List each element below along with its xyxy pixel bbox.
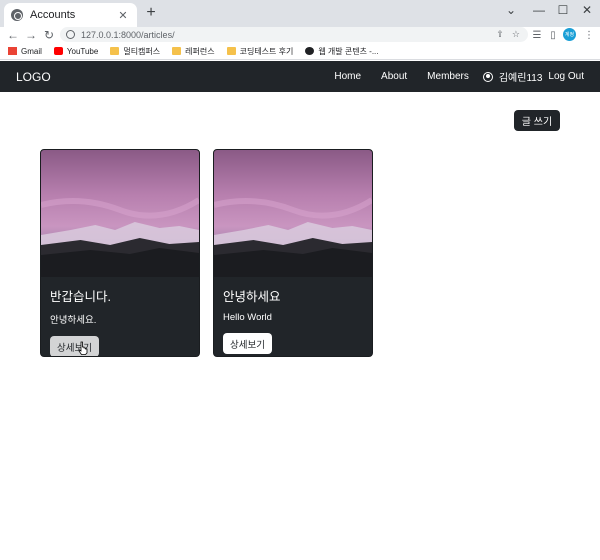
back-icon[interactable]: ← <box>6 27 20 43</box>
card-image <box>41 150 199 277</box>
bookmarks-bar: Gmail YouTube 멀티캠퍼스 레퍼런스 코딩테스트 후기 웹 개발 콘… <box>0 43 600 60</box>
logout-link[interactable]: Log Out <box>548 71 584 82</box>
write-article-button[interactable]: 글 쓰기 <box>514 110 560 131</box>
user-circle-icon <box>482 71 493 82</box>
menu-icon[interactable]: ⋮ <box>582 27 596 43</box>
site-navbar: LOGO Home About Members 김예린113 Log Out <box>0 61 600 92</box>
tab-title: Accounts <box>30 9 76 21</box>
nav-members-link[interactable]: Members <box>427 71 469 82</box>
tab-strip: Accounts ✕ + ⌄ — ☐ ✕ <box>0 0 600 27</box>
hand-pointer-icon <box>78 341 88 355</box>
nav-links: Home About Members 김예린113 Log Out <box>314 61 584 92</box>
folder-icon <box>226 47 236 55</box>
tab-search-icon[interactable]: ⌄ <box>496 0 526 20</box>
card-title: 반갑습니다. <box>50 290 111 304</box>
detail-button[interactable]: 상세보기 <box>223 333 272 354</box>
bookmark-folder-multicampus[interactable]: 멀티캠퍼스 <box>110 46 160 57</box>
globe-icon <box>11 9 23 21</box>
article-card: 반갑습니다. 안녕하세요. 상세보기 <box>40 149 200 357</box>
new-tab-button[interactable]: + <box>142 4 160 22</box>
reload-icon[interactable]: ↻ <box>42 27 56 43</box>
card-image <box>214 150 372 277</box>
bookmark-youtube[interactable]: YouTube <box>53 47 98 56</box>
youtube-icon <box>53 47 63 55</box>
share-icon[interactable]: ⇪ <box>496 29 504 40</box>
browser-tab[interactable]: Accounts ✕ <box>4 3 137 27</box>
card-title: 안녕하세요 <box>223 290 281 304</box>
card-text: Hello World <box>223 312 272 323</box>
folder-icon <box>172 47 182 55</box>
site-info-icon[interactable] <box>66 30 75 39</box>
browser-toolbar: ← → ↻ 127.0.0.1:8000/articles/ ⇪ ☆ ☰ ▯ 계… <box>0 27 600 43</box>
article-card: 안녕하세요 Hello World 상세보기 <box>213 149 373 357</box>
folder-icon <box>110 47 120 55</box>
nav-home-link[interactable]: Home <box>334 71 361 82</box>
url-text: 127.0.0.1:8000/articles/ <box>81 29 175 40</box>
page-viewport: LOGO Home About Members 김예린113 Log Out 글… <box>0 61 600 560</box>
forward-icon[interactable]: → <box>24 27 38 43</box>
tab-close-icon[interactable]: ✕ <box>116 9 130 22</box>
reading-list-icon[interactable]: ☰ <box>530 27 544 43</box>
bookmark-folder-reference[interactable]: 레퍼런스 <box>172 46 215 57</box>
nav-about-link[interactable]: About <box>381 71 407 82</box>
card-text: 안녕하세요. <box>50 315 97 326</box>
site-icon <box>305 47 315 55</box>
detail-button[interactable]: 상세보기 <box>50 336 99 356</box>
side-panel-icon[interactable]: ▯ <box>546 27 560 43</box>
profile-avatar[interactable]: 계정 <box>563 28 576 41</box>
bookmark-star-icon[interactable]: ☆ <box>512 29 520 40</box>
nav-username[interactable]: 김예린113 <box>499 69 543 84</box>
bookmark-folder-coding-test[interactable]: 코딩테스트 후기 <box>226 46 293 57</box>
bookmark-gmail[interactable]: Gmail <box>8 47 42 56</box>
address-bar[interactable]: 127.0.0.1:8000/articles/ ⇪ ☆ <box>60 27 528 42</box>
window-close-button[interactable]: ✕ <box>572 0 600 20</box>
gmail-icon <box>8 47 17 55</box>
site-logo[interactable]: LOGO <box>16 70 51 84</box>
bookmark-web-dev[interactable]: 웹 개발 콘텐츠 -... <box>305 46 379 57</box>
